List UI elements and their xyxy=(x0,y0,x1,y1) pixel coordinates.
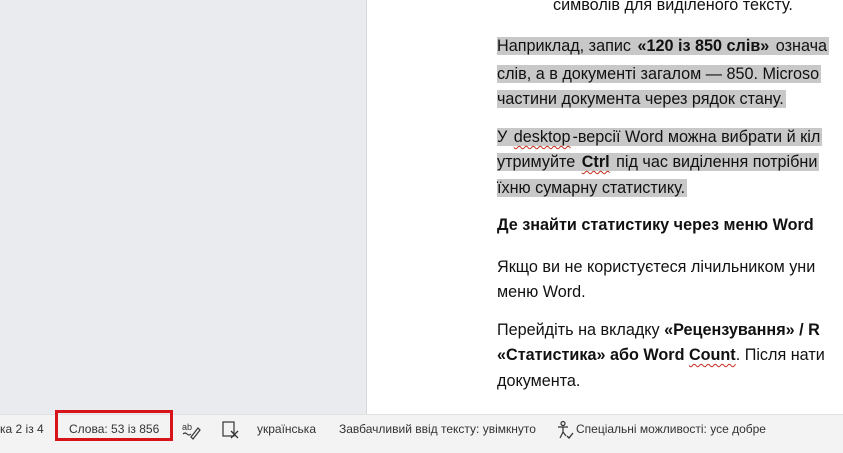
status-bar: ка 2 із 4 Слова: 53 із 856 ab українська… xyxy=(0,410,843,453)
text-run: частини документа через рядок стану. xyxy=(497,90,786,108)
accessibility-indicator[interactable]: Спеціальні можливості: усе добре xyxy=(576,415,766,445)
page-number-indicator[interactable]: ка 2 із 4 xyxy=(0,415,44,445)
language-indicator[interactable]: українська xyxy=(257,415,316,445)
text-run: меню Word. xyxy=(497,283,586,301)
svg-text:ab: ab xyxy=(182,422,192,432)
doc-line: частини документа через рядок стану. xyxy=(497,85,786,114)
text-run: У xyxy=(497,128,514,146)
text-run: під час виділення потрібни xyxy=(611,153,820,171)
predictive-text-indicator[interactable]: Завбачливий ввід тексту: увімкнуто xyxy=(339,415,536,445)
text-run: . Після нати xyxy=(735,346,825,364)
word-count-indicator[interactable]: Слова: 53 із 856 xyxy=(69,415,159,445)
document-page[interactable]: символів для виділеного тексту. Наприкла… xyxy=(366,0,843,414)
document-canvas-background xyxy=(0,0,366,414)
misspelled-word: Ctrl xyxy=(581,153,612,171)
doc-line: Наприклад, запис «120 із 850 слів» означ… xyxy=(497,32,830,61)
doc-line: їхню сумарну статистику. xyxy=(497,174,688,203)
misspelled-word: Count xyxy=(688,346,736,364)
text-run: Перейдіть на вкладку xyxy=(497,321,665,339)
language-check-icon[interactable] xyxy=(221,420,241,440)
text-run: Де знайти статистику через меню Word xyxy=(497,216,814,234)
text-run: означа xyxy=(771,37,830,55)
text-run: «120 із 850 слів» xyxy=(637,37,772,55)
text-run: «Рецензування» / R xyxy=(664,321,820,339)
doc-heading: Де знайти статистику через меню Word xyxy=(497,211,814,240)
text-run: -версії Word можна вибрати й кіл xyxy=(572,128,823,146)
spell-check-icon[interactable]: ab xyxy=(181,420,201,440)
doc-line: утримуйте Ctrl під час виділення потрібн… xyxy=(497,148,820,177)
doc-line: меню Word. xyxy=(497,278,586,307)
doc-line: «Статистика» або Word Count. Після нати xyxy=(497,341,825,370)
misspelled-word: desktop xyxy=(513,128,573,146)
text-run: Word xyxy=(643,346,685,364)
text-run: Якщо ви не користуєтеся лічильником уни xyxy=(497,258,816,276)
text-run: слів, а в документі загалом — 850. Micro… xyxy=(497,65,822,83)
text-run: їхню сумарну статистику. xyxy=(497,179,688,197)
accessibility-icon[interactable] xyxy=(555,420,575,440)
doc-line: документа. xyxy=(497,367,580,396)
text-run: документа. xyxy=(497,372,581,390)
doc-line: символів для виділеного тексту. xyxy=(553,0,793,20)
text-run: Наприклад, запис xyxy=(497,37,638,55)
text-run: утримуйте xyxy=(497,153,582,171)
text-run: символів для виділеного тексту. xyxy=(553,0,793,14)
text-run: «Статистика» або xyxy=(497,346,644,364)
